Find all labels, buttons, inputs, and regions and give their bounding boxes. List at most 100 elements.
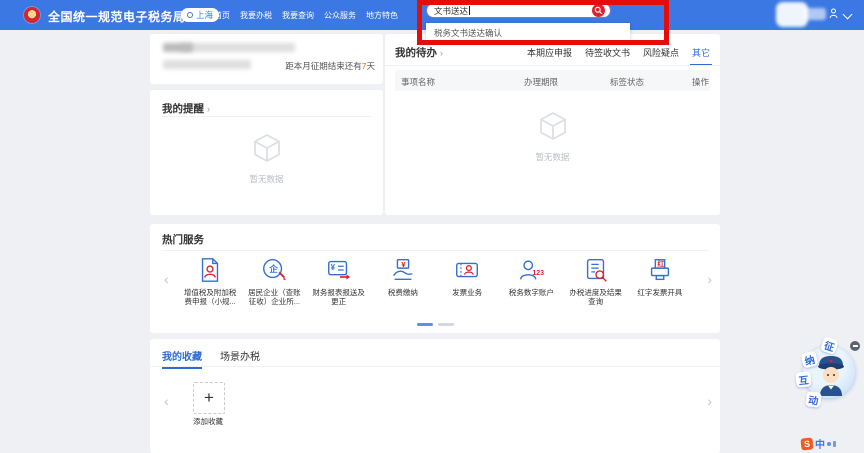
dot-active[interactable]: [417, 323, 433, 326]
plus-icon: +: [204, 388, 214, 408]
service-item-tax-payment[interactable]: ¥ 税费缴纳: [371, 256, 435, 306]
national-emblem-icon: [24, 7, 40, 23]
mascot-minimize-button[interactable]: [850, 341, 860, 351]
suggestion-item[interactable]: 税务文书送达确认: [426, 27, 502, 39]
hot-services-card: 热门服务 ‹ › 增值税及附加税费申报（小规...: [150, 224, 720, 333]
profile-card: 距本月征期结束还有7天: [150, 34, 383, 84]
red-invoice-icon: 红: [646, 256, 674, 284]
divider: [385, 65, 720, 66]
main-nav: 首页 我要办税 我要查询 公众服务 地方特色: [214, 0, 398, 30]
watermark-mark-icon: [827, 442, 831, 446]
service-label: 增值税及附加税费申报（小规...: [178, 288, 242, 306]
dot[interactable]: [438, 323, 454, 326]
service-item-vat-declaration[interactable]: 增值税及附加税费申报（小规...: [178, 256, 242, 306]
search-input[interactable]: 文书送达: [426, 3, 611, 18]
empty-box-icon: [250, 132, 284, 164]
favorites-prev-button[interactable]: ‹: [164, 394, 169, 408]
search-button[interactable]: [592, 4, 605, 17]
blurred-taxpayer-id: [163, 60, 251, 69]
empty-text: 暂无数据: [150, 173, 383, 185]
tab-scenario-tax[interactable]: 场景办税: [220, 348, 260, 363]
nav-item-public-services[interactable]: 公众服务: [324, 10, 356, 21]
vat-declaration-icon: [196, 256, 224, 284]
tab-documents-to-sign[interactable]: 待签收文书: [585, 46, 630, 59]
todo-table-header: 事项名称 办理期限 标签状态 操作: [395, 70, 710, 91]
empty-text: 暂无数据: [385, 151, 720, 163]
financial-report-icon: ¥: [325, 256, 353, 284]
tab-risk-points[interactable]: 风险疑点: [643, 46, 679, 59]
chevron-down-icon[interactable]: [843, 10, 853, 20]
todo-tabs: 本期应申报 待签收文书 风险疑点 其它: [527, 46, 710, 59]
icon-glyph: ¥: [401, 261, 405, 269]
nav-item-local-features[interactable]: 地方特色: [366, 10, 398, 21]
nav-item-inquiry[interactable]: 我要查询: [282, 10, 314, 21]
watermark-logo: S 中: [801, 436, 836, 451]
user-badge-icon: [829, 8, 838, 19]
tab-my-favorites[interactable]: 我的收藏: [162, 348, 202, 363]
service-label: 税务数字账户: [499, 288, 563, 297]
mascot-char-dong: 动: [805, 391, 822, 408]
service-item-red-invoice[interactable]: 红 红字发票开具: [628, 256, 692, 306]
carousel-prev-button[interactable]: ‹: [164, 272, 169, 286]
service-label: 办税进度及结果查询: [564, 288, 628, 306]
text-cursor: [469, 6, 470, 15]
resident-enterprise-icon: 企: [260, 256, 288, 284]
reminders-empty-state: 暂无数据: [150, 132, 383, 185]
col-operation: 操作: [692, 76, 709, 88]
service-item-progress-query[interactable]: 办税进度及结果查询: [564, 256, 628, 306]
col-deadline: 办理期限: [524, 76, 558, 88]
add-favorite-label: 添加收藏: [178, 416, 238, 427]
watermark-text: 中: [815, 436, 825, 451]
todo-title-link[interactable]: 我的待办›: [395, 43, 443, 61]
location-pin-icon: [187, 12, 193, 18]
todo-title: 我的待办: [395, 47, 437, 59]
service-item-invoice-business[interactable]: 发票业务: [435, 256, 499, 306]
favorites-tabs: 我的收藏 场景办税: [162, 348, 260, 363]
location-label: 上海: [196, 9, 213, 21]
tab-others[interactable]: 其它: [692, 46, 710, 59]
mascot-char-hu: 互: [795, 371, 811, 387]
interaction-mascot[interactable]: 征 纳 互 动: [795, 336, 859, 418]
empty-box-icon: [536, 110, 570, 142]
reminders-title-link[interactable]: 我的提醒›: [162, 99, 210, 117]
todo-empty-state: 暂无数据: [385, 110, 720, 163]
hot-services-title: 热门服务: [162, 232, 204, 247]
reminders-card: 我的提醒› 暂无数据: [150, 90, 383, 215]
carousel-next-button[interactable]: ›: [707, 272, 712, 286]
search-icon: [594, 6, 603, 15]
tax-payment-icon: ¥: [389, 256, 417, 284]
invoice-business-icon: [453, 256, 481, 284]
watermark-mark-icon: [833, 441, 836, 447]
service-item-financial-report[interactable]: ¥ 财务报表报送及更正: [307, 256, 371, 306]
brand-title: 全国统一规范电子税务局: [48, 8, 186, 25]
nav-item-tax-handling[interactable]: 我要办税: [240, 10, 272, 21]
blurred-taxpayer-name-line: [180, 43, 295, 52]
service-label: 税费缴纳: [371, 288, 435, 297]
digital-account-icon: 123: [517, 256, 545, 284]
minus-icon: [853, 345, 858, 347]
tab-current-declarations[interactable]: 本期应申报: [527, 46, 572, 59]
service-label: 发票业务: [435, 288, 499, 297]
chevron-right-icon: ›: [440, 48, 443, 58]
divider: [162, 116, 371, 117]
icon-glyph: ¥: [331, 264, 335, 272]
favorites-card: 我的收藏 场景办税 ‹ › + 添加收藏: [150, 339, 720, 453]
add-favorite-button[interactable]: +: [193, 382, 225, 414]
page: 全国统一规范电子税务局 上海 首页 我要办税 我要查询 公众服务 地方特色 文书…: [0, 0, 864, 453]
nav-item-home[interactable]: 首页: [214, 10, 230, 21]
service-item-digital-account[interactable]: 123 税务数字账户: [499, 256, 563, 306]
deadline-text: 距本月征期结束还有7天: [285, 60, 375, 72]
favorites-next-button[interactable]: ›: [707, 394, 712, 408]
service-label: 红字发票开具: [628, 288, 692, 297]
service-item-resident-enterprise[interactable]: 企 居民企业（查账征收）企业所...: [242, 256, 306, 306]
user-name-blur: [803, 8, 826, 20]
icon-glyph: 红: [657, 261, 664, 268]
col-item-name: 事项名称: [401, 76, 435, 88]
divider: [150, 366, 720, 367]
s-logo-icon: S: [800, 437, 813, 450]
chevron-right-icon: ›: [207, 104, 210, 114]
reminders-title: 我的提醒: [162, 103, 204, 115]
search-text: 文书送达: [434, 5, 468, 17]
service-label: 财务报表报送及更正: [307, 288, 371, 306]
service-label: 居民企业（查账征收）企业所...: [242, 288, 306, 306]
